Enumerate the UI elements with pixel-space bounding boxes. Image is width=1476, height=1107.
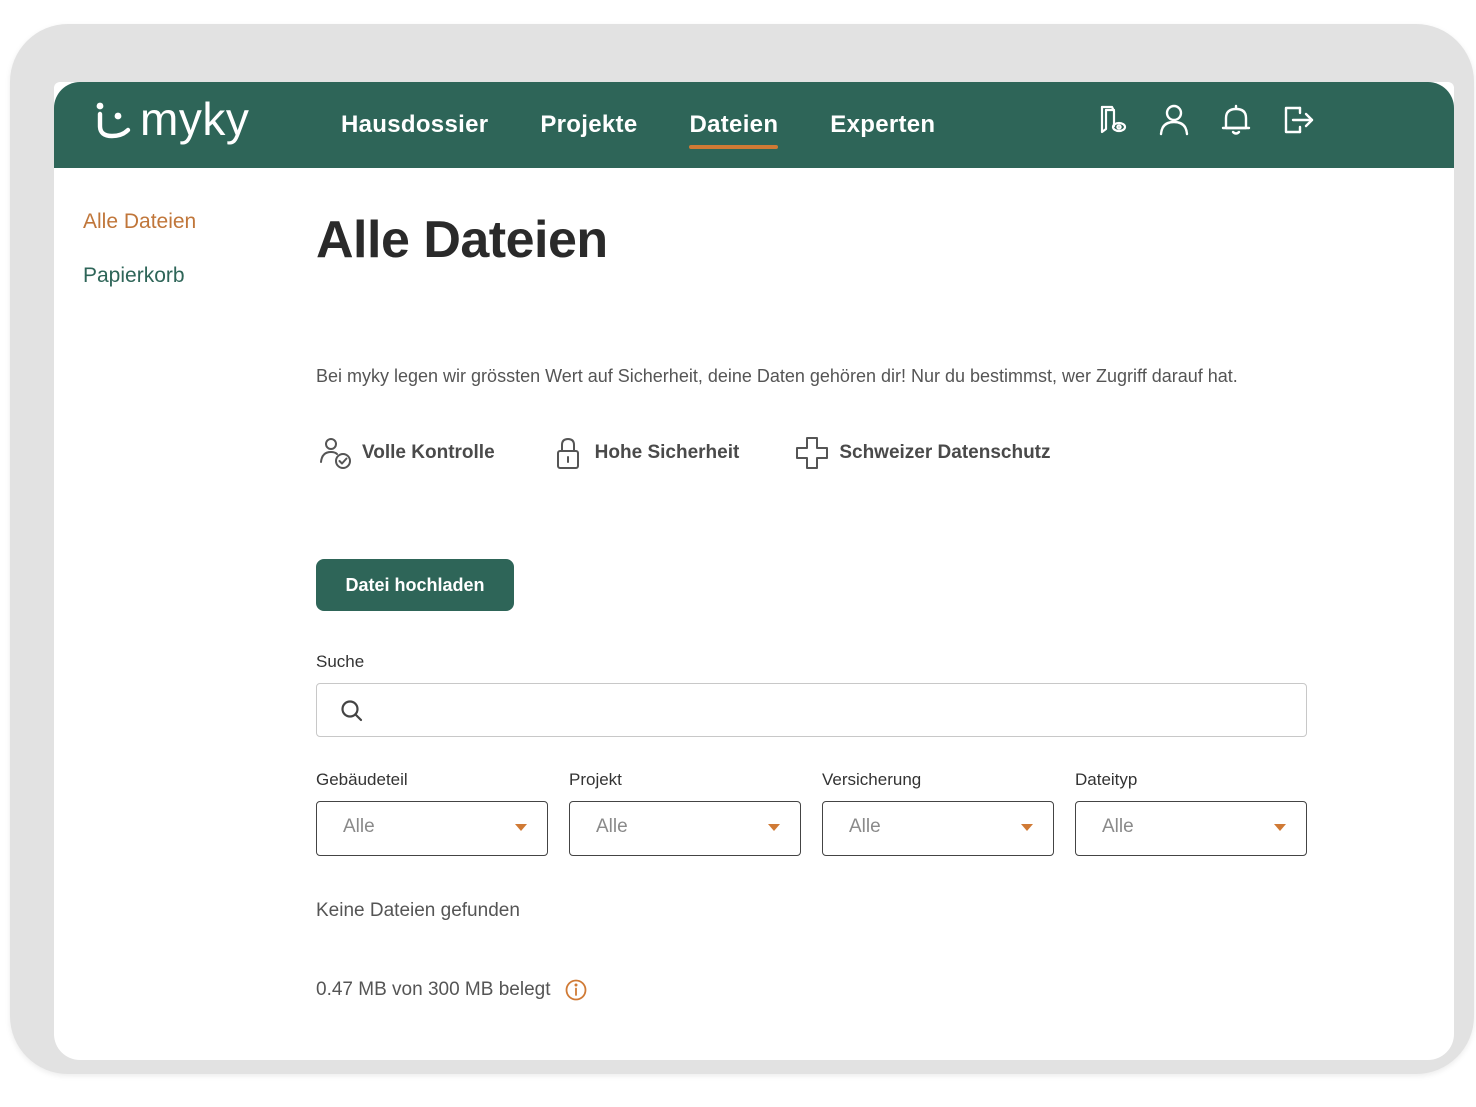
nav-link-dateien[interactable]: Dateien <box>689 111 779 149</box>
info-icon[interactable] <box>564 978 588 1002</box>
caret-down-icon <box>1274 824 1286 831</box>
logout-icon[interactable] <box>1280 102 1316 138</box>
filter-projekt[interactable]: Alle <box>569 801 801 856</box>
filter-value: Alle <box>596 816 628 837</box>
feature-list: Volle Kontrolle Hohe Sicherheit Schweize… <box>316 434 1105 472</box>
filter-label-versicherung: Versicherung <box>822 770 922 789</box>
document-eye-icon[interactable] <box>1094 102 1130 138</box>
search-box[interactable] <box>316 683 1307 737</box>
filter-label-projekt: Projekt <box>569 770 622 789</box>
caret-down-icon <box>515 824 527 831</box>
filter-versicherung[interactable]: Alle <box>822 801 1054 856</box>
app-screen: myky Hausdossier Projekte Dateien Expert… <box>54 82 1454 1060</box>
feature-hohe-sicherheit: Hohe Sicherheit <box>549 434 740 472</box>
filter-value: Alle <box>1102 816 1134 837</box>
tablet-frame: myky Hausdossier Projekte Dateien Expert… <box>10 24 1474 1074</box>
filter-value: Alle <box>343 816 375 837</box>
brand-name: myky <box>140 93 250 145</box>
myky-logo-icon <box>96 102 131 139</box>
feature-label: Schweizer Datenschutz <box>839 442 1051 463</box>
sidebar-item-papierkorb[interactable]: Papierkorb <box>83 264 196 288</box>
empty-state-message: Keine Dateien gefunden <box>316 900 520 921</box>
page-title: Alle Dateien <box>316 211 608 269</box>
person-check-icon <box>316 434 354 472</box>
caret-down-icon <box>768 824 780 831</box>
filter-dateityp[interactable]: Alle <box>1075 801 1307 856</box>
feature-label: Hohe Sicherheit <box>594 442 740 463</box>
nav-link-projekte[interactable]: Projekte <box>540 111 637 139</box>
swiss-cross-icon <box>793 434 831 472</box>
user-icon[interactable] <box>1156 102 1192 138</box>
storage-usage: 0.47 MB von 300 MB belegt <box>316 978 588 1002</box>
feature-schweizer-datenschutz: Schweizer Datenschutz <box>793 434 1051 472</box>
caret-down-icon <box>1021 824 1033 831</box>
intro-text: Bei myky legen wir grössten Wert auf Sic… <box>316 366 1238 386</box>
nav-link-hausdossier[interactable]: Hausdossier <box>341 111 488 139</box>
nav-icon-group <box>1094 102 1342 138</box>
upload-file-button[interactable]: Datei hochladen <box>316 559 514 611</box>
feature-label: Volle Kontrolle <box>362 442 495 463</box>
sidebar-item-alle-dateien[interactable]: Alle Dateien <box>83 210 196 234</box>
top-navigation: myky Hausdossier Projekte Dateien Expert… <box>54 82 1454 168</box>
nav-link-experten[interactable]: Experten <box>830 111 935 139</box>
sidebar: Alle Dateien Papierkorb <box>83 210 196 318</box>
search-icon <box>341 700 363 722</box>
search-label: Suche <box>316 652 365 671</box>
storage-usage-text: 0.47 MB von 300 MB belegt <box>316 979 551 1000</box>
brand-logo[interactable]: myky <box>92 94 249 150</box>
filter-gebaeudeteil[interactable]: Alle <box>316 801 548 856</box>
search-input[interactable] <box>377 684 1297 736</box>
bell-icon[interactable] <box>1218 102 1254 138</box>
feature-volle-kontrolle: Volle Kontrolle <box>316 434 495 472</box>
filter-label-dateityp: Dateityp <box>1075 770 1138 789</box>
filter-label-gebaeudeteil: Gebäudeteil <box>316 770 408 789</box>
filter-value: Alle <box>849 816 881 837</box>
lock-icon <box>549 434 587 472</box>
main-nav: Hausdossier Projekte Dateien Experten <box>341 82 987 168</box>
